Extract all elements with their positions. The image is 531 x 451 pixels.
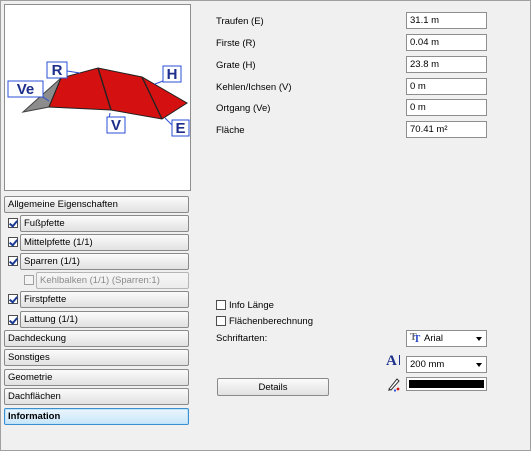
checkbox-info-laenge[interactable] [216, 300, 226, 310]
font-size-select[interactable]: 200 mm [406, 356, 487, 373]
color-swatch [409, 380, 484, 388]
label-traufen: Traufen (E) [216, 16, 264, 27]
checkbox-mittelpfette[interactable] [8, 237, 18, 247]
sidebar-item-firstpfette[interactable]: Firstpfette [20, 291, 189, 308]
section-label: Dachdeckung [8, 333, 67, 344]
checkbox-kehlbalken[interactable] [24, 275, 34, 285]
sidebar-item-label: Kehlbalken (1/1) (Sparren:1) [40, 275, 160, 286]
checkbox-lattung[interactable] [8, 315, 18, 325]
roof-preview: Ve R H V E [4, 4, 191, 191]
section-label: Information [8, 411, 61, 422]
checkbox-flaechenberechnung[interactable] [216, 316, 226, 326]
checkbox-fusspfette[interactable] [8, 218, 18, 228]
section-information[interactable]: Information [4, 408, 189, 425]
sidebar-item-label: Lattung (1/1) [24, 314, 78, 325]
font-size-icon: A [386, 353, 400, 370]
section-dachdeckung[interactable]: Dachdeckung [4, 330, 189, 347]
sidebar-item-mittelpfette[interactable]: Mittelpfette (1/1) [20, 234, 189, 251]
label-h: H [167, 66, 178, 83]
value-grate: 23.8 m [406, 56, 487, 73]
details-button-label: Details [258, 382, 288, 393]
label-v: V [111, 117, 121, 134]
label-flaeche: Fläche [216, 125, 245, 136]
checkbox-firstpfette[interactable] [8, 294, 18, 304]
section-label: Allgemeine Eigenschaften [8, 199, 118, 210]
section-label: Dachflächen [8, 391, 61, 402]
sidebar-item-lattung[interactable]: Lattung (1/1) [20, 311, 189, 328]
section-label: Geometrie [8, 372, 53, 383]
details-button[interactable]: Details [217, 378, 329, 396]
label-r: R [52, 62, 63, 79]
value-traufen: 31.1 m [406, 12, 487, 29]
section-geometrie[interactable]: Geometrie [4, 369, 189, 386]
label-grate: Grate (H) [216, 60, 256, 71]
label-flaechenberechnung: Flächenberechnung [229, 316, 313, 327]
label-kehlen: Kehlen/Ichsen (V) [216, 82, 292, 93]
section-label: Sonstiges [8, 352, 50, 363]
label-info-laenge: Info Länge [229, 300, 274, 311]
sidebar-item-label: Fußpfette [24, 218, 65, 229]
label-schriftarten: Schriftarten: [216, 333, 268, 344]
sidebar-item-label: Firstpfette [24, 294, 67, 305]
section-allgemeine-eigenschaften[interactable]: Allgemeine Eigenschaften [4, 196, 189, 213]
label-ortgang: Ortgang (Ve) [216, 103, 271, 114]
truetype-font-icon: TT [410, 332, 421, 345]
font-select[interactable]: TT Arial [406, 330, 487, 347]
label-firste: Firste (R) [216, 38, 256, 49]
font-size-value: 200 mm [410, 359, 445, 370]
label-e: E [175, 120, 185, 137]
sidebar-item-kehlbalken[interactable]: Kehlbalken (1/1) (Sparren:1) [36, 272, 189, 289]
label-ve: Ve [17, 81, 35, 98]
font-value: Arial [424, 333, 444, 344]
value-ortgang: 0 m [406, 99, 487, 116]
value-flaeche: 70.41 m² [406, 121, 487, 138]
roof-diagram: Ve R H V E [7, 61, 190, 137]
sidebar-item-sparren[interactable]: Sparren (1/1) [20, 253, 189, 270]
leader-h [154, 80, 164, 85]
section-sonstiges[interactable]: Sonstiges [4, 349, 189, 366]
leader-r [66, 70, 81, 74]
sidebar-item-label: Sparren (1/1) [24, 256, 80, 267]
pen-color-icon [388, 378, 400, 392]
chevron-down-icon [476, 363, 482, 367]
chevron-down-icon [476, 337, 482, 341]
section-dachflaechen[interactable]: Dachflächen [4, 388, 189, 405]
sidebar-item-fusspfette[interactable]: Fußpfette [20, 215, 189, 232]
value-kehlen: 0 m [406, 78, 487, 95]
checkbox-sparren[interactable] [8, 256, 18, 266]
color-picker[interactable] [406, 377, 487, 391]
sidebar-item-label: Mittelpfette (1/1) [24, 237, 93, 248]
value-firste: 0.04 m [406, 34, 487, 51]
